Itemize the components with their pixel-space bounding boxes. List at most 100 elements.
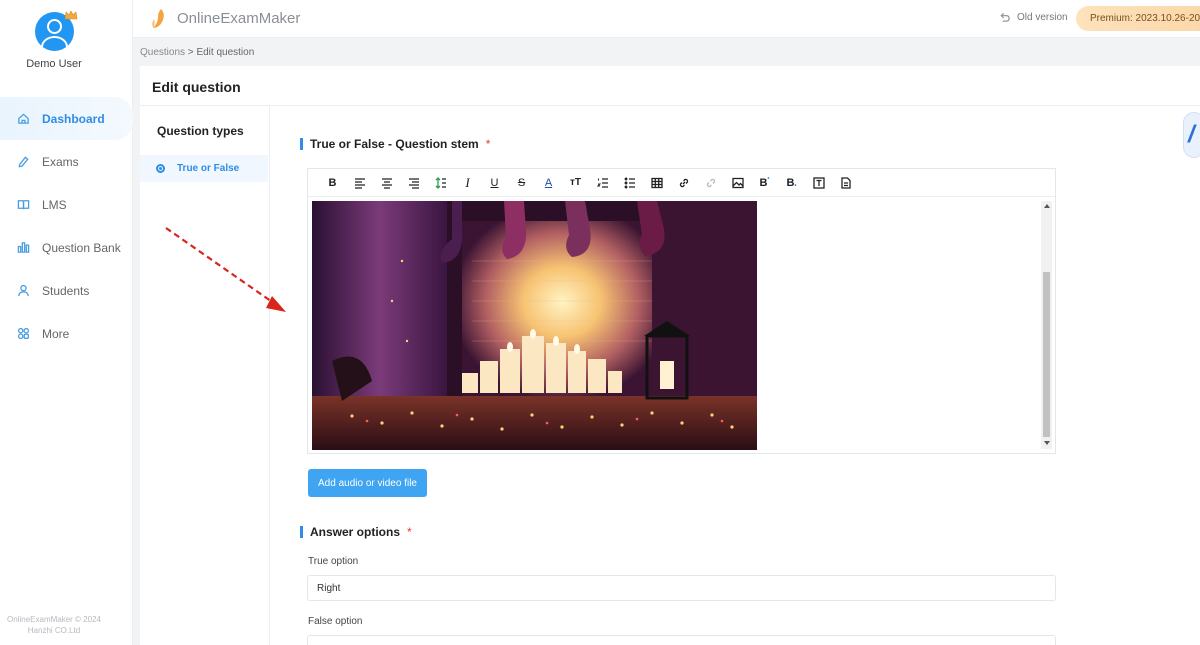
- question-type-label: True or False: [177, 163, 240, 174]
- underline-button[interactable]: U: [481, 173, 508, 193]
- align-center-button[interactable]: [373, 173, 400, 193]
- answer-options-heading: Answer options *: [300, 525, 412, 539]
- sidebar-item-lms[interactable]: LMS: [0, 183, 133, 226]
- rich-text-editor[interactable]: B I U S A тT B • B •: [307, 168, 1056, 454]
- editor-toolbar: B I U S A тT B • B •: [308, 169, 1055, 197]
- top-header: OnlineExamMaker Old version Premium: 202…: [133, 0, 1200, 38]
- align-left-button[interactable]: [346, 173, 373, 193]
- old-version-label: Old version: [1017, 12, 1068, 23]
- unlink-icon: [706, 178, 715, 187]
- superscript-label: B: [759, 176, 768, 189]
- brand-name[interactable]: OnlineExamMaker: [177, 10, 300, 27]
- sidebar: Demo User Dashboard Exams LMS Question B…: [0, 0, 133, 645]
- text-box-button[interactable]: [805, 173, 832, 193]
- breadcrumb-questions[interactable]: Questions: [140, 47, 185, 58]
- line-height-button[interactable]: [427, 173, 454, 193]
- link-button[interactable]: [670, 173, 697, 193]
- sidebar-item-label: Exams: [42, 154, 79, 169]
- line-height-icon: [435, 176, 446, 189]
- align-right-button[interactable]: [400, 173, 427, 193]
- old-version-link[interactable]: Old version: [999, 12, 1068, 23]
- font-color-button[interactable]: A: [535, 173, 562, 193]
- sidebar-item-more[interactable]: More: [0, 312, 133, 355]
- bullet-list-icon: [624, 177, 635, 188]
- subscript-button[interactable]: B •: [778, 173, 805, 193]
- inserted-image[interactable]: [312, 201, 757, 450]
- scroll-up-arrow[interactable]: [1044, 204, 1050, 208]
- user-name: Demo User: [26, 58, 82, 70]
- assistant-side-tab[interactable]: /: [1183, 112, 1200, 158]
- copyright-line: OnlineExamMaker © 2024: [7, 615, 101, 624]
- true-option-input[interactable]: Right: [307, 575, 1056, 601]
- divider: [140, 105, 1200, 106]
- question-types-panel: Question types True or False: [140, 106, 270, 645]
- main-panel: Edit question Question types True or Fal…: [140, 66, 1200, 645]
- grid-icon: [17, 327, 30, 340]
- bold-button[interactable]: B: [319, 173, 346, 193]
- add-media-button[interactable]: Add audio or video file: [308, 469, 427, 497]
- section-marker: [300, 138, 303, 150]
- user-icon: [18, 284, 29, 297]
- sidebar-nav: Dashboard Exams LMS Question Bank Studen…: [0, 97, 133, 355]
- document-button[interactable]: [832, 173, 859, 193]
- question-types-label: Question types: [157, 124, 244, 138]
- false-option-label: False option: [308, 616, 363, 627]
- company-line: Hanzhi CO.Ltd: [27, 626, 81, 635]
- image-button[interactable]: [724, 173, 751, 193]
- sidebar-item-question-bank[interactable]: Question Bank: [0, 226, 133, 269]
- ordered-list-icon: [596, 177, 608, 188]
- annotation-arrow-icon: [165, 227, 286, 312]
- text-box-icon: [812, 176, 825, 189]
- exams-icon: [18, 156, 29, 168]
- page-title: Edit question: [152, 79, 241, 95]
- unlink-button[interactable]: [697, 173, 724, 193]
- strikethrough-button[interactable]: S: [508, 173, 535, 193]
- bullet-list-button[interactable]: [616, 173, 643, 193]
- document-icon: [840, 176, 851, 189]
- align-right-icon: [408, 177, 419, 189]
- section-title-text: Answer options: [310, 525, 401, 539]
- ordered-list-button[interactable]: [589, 173, 616, 193]
- book-icon: [17, 200, 30, 210]
- chart-icon: [17, 242, 30, 253]
- true-option-label: True option: [308, 556, 359, 567]
- sidebar-item-exams[interactable]: Exams: [0, 140, 133, 183]
- sidebar-item-label: Question Bank: [42, 240, 121, 255]
- editor-scrollbar[interactable]: [1041, 201, 1052, 449]
- sidebar-item-dashboard[interactable]: Dashboard: [0, 97, 133, 140]
- breadcrumb: Questions > Edit question: [140, 47, 254, 58]
- sidebar-item-label: Dashboard: [42, 111, 105, 126]
- required-marker: *: [407, 525, 412, 539]
- brand-logo-icon: [152, 9, 164, 28]
- fireplace-photo: [312, 201, 757, 450]
- radio-selected-icon: [156, 164, 165, 173]
- scroll-thumb[interactable]: [1043, 272, 1050, 437]
- italic-button[interactable]: I: [454, 173, 481, 193]
- home-icon: [18, 113, 29, 124]
- link-icon: [679, 178, 688, 187]
- image-icon: [731, 177, 744, 188]
- subscript-label: B: [786, 176, 795, 189]
- align-center-icon: [381, 177, 392, 189]
- superscript-button[interactable]: B •: [751, 173, 778, 193]
- sidebar-item-label: Students: [42, 283, 90, 298]
- table-button[interactable]: [643, 173, 670, 193]
- required-marker: *: [485, 137, 491, 151]
- breadcrumb-separator: >: [185, 47, 197, 58]
- scroll-down-arrow[interactable]: [1044, 441, 1050, 445]
- font-size-button[interactable]: тT: [562, 173, 589, 193]
- section-marker: [300, 526, 303, 538]
- sidebar-item-label: More: [42, 326, 70, 341]
- sidebar-item-students[interactable]: Students: [0, 269, 133, 312]
- undo-icon: [1000, 12, 1010, 22]
- premium-badge[interactable]: Premium: 2023.10.26-20: [1076, 6, 1200, 31]
- table-icon: [650, 177, 663, 188]
- question-type-true-or-false[interactable]: True or False: [140, 155, 268, 182]
- section-title-text: True or False - Question stem: [310, 137, 479, 151]
- sidebar-item-label: LMS: [42, 197, 67, 212]
- assistant-icon: /: [1188, 121, 1195, 148]
- editor-content[interactable]: [308, 198, 1055, 453]
- false-option-input[interactable]: [307, 635, 1056, 645]
- crown-icon: [64, 10, 78, 20]
- breadcrumb-current: Edit question: [196, 47, 255, 58]
